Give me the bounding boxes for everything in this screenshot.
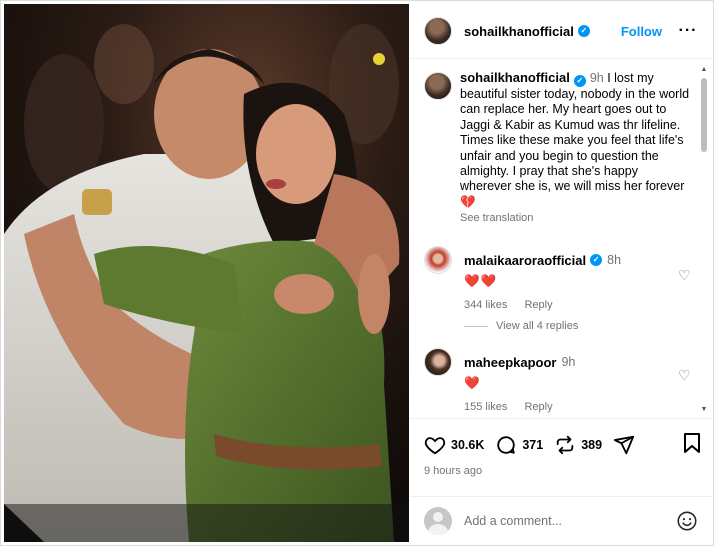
share-button[interactable]	[613, 434, 635, 456]
heart-icon	[424, 437, 446, 455]
commenter-username[interactable]: malaikaaroraofficial	[464, 253, 586, 268]
commenter-avatar[interactable]	[424, 246, 452, 274]
comment-item: malaikaaroraofficial ✓ 8h ❤️❤️ 344 likes…	[424, 246, 692, 311]
comment-input[interactable]	[464, 513, 654, 528]
author-username[interactable]: sohailkhanofficial	[464, 24, 574, 39]
verified-badge-icon: ✓	[590, 254, 603, 266]
commenter-username[interactable]: maheepkapoor	[464, 355, 556, 370]
post-modal: sohailkhanofficial ✓ Follow ··· sohailkh…	[0, 0, 714, 546]
comment-likes[interactable]: 344 likes	[464, 299, 507, 311]
caption-author-avatar[interactable]	[424, 72, 452, 100]
save-button[interactable]	[682, 432, 702, 459]
comment-like-heart-icon[interactable]: ♡	[678, 368, 692, 382]
add-comment-bar	[410, 496, 712, 544]
author-avatar[interactable]	[424, 17, 452, 45]
comment-like-heart-icon[interactable]: ♡	[678, 268, 692, 282]
repost-button[interactable]: 389	[554, 434, 602, 456]
follow-button[interactable]: Follow	[621, 24, 662, 39]
comment-likes[interactable]: 155 likes	[464, 401, 507, 413]
like-button[interactable]: 30.6K	[424, 434, 484, 456]
comment-text: ❤️❤️	[464, 274, 498, 288]
comments-list[interactable]: sohailkhanofficial ✓ 9h I lost my beautifu…	[410, 60, 712, 416]
post-caption: sohailkhanofficial ✓ 9h I lost my beautifu…	[424, 70, 694, 227]
comment-time: 8h	[607, 253, 622, 267]
see-translation-link[interactable]: See translation	[460, 211, 692, 226]
post-side-panel: sohailkhanofficial ✓ Follow ··· sohailkh…	[410, 4, 712, 544]
post-header: sohailkhanofficial ✓ Follow ···	[410, 4, 712, 59]
comment-time: 9h	[561, 355, 576, 369]
comment-item: maheepkapoor 9h ❤️ 155 likes Reply ♡	[424, 348, 692, 413]
comment-button[interactable]: 371	[495, 434, 543, 456]
share-paper-plane-icon	[613, 435, 635, 455]
action-bar: 30.6K 371 389	[424, 432, 702, 458]
comment-bubble-icon	[497, 436, 516, 454]
post-actions-area: 30.6K 371 389 9 hours ago	[410, 418, 712, 496]
view-replies-label: View all 4 replies	[496, 320, 579, 332]
scroll-thumb[interactable]	[701, 78, 707, 152]
like-count: 30.6K	[451, 438, 485, 452]
scroll-down-arrow-icon[interactable]: ▼	[700, 406, 708, 414]
more-options-icon[interactable]: ···	[676, 22, 700, 40]
post-timestamp[interactable]: 9 hours ago	[424, 465, 482, 477]
verified-badge-icon: ✓	[573, 75, 586, 87]
reply-button[interactable]: Reply	[524, 299, 552, 311]
view-replies-link[interactable]: View all 4 replies	[464, 320, 578, 332]
scroll-up-arrow-icon[interactable]: ▲	[700, 66, 708, 74]
post-photo[interactable]	[4, 4, 409, 542]
comment-count: 371	[522, 438, 544, 452]
caption-text: I lost my beautiful sister today, nobody…	[460, 71, 690, 209]
verified-badge-icon: ✓	[577, 25, 590, 37]
comments-scrollbar[interactable]: ▲ ▼	[700, 66, 708, 414]
photo-illustration	[4, 4, 409, 542]
divider-line	[464, 325, 488, 327]
repost-count: 389	[581, 438, 603, 452]
current-user-avatar	[424, 506, 452, 535]
emoji-icon[interactable]	[676, 510, 698, 532]
reply-button[interactable]: Reply	[524, 401, 552, 413]
comment-text: ❤️	[464, 376, 481, 390]
repost-icon	[556, 435, 574, 455]
commenter-avatar[interactable]	[424, 348, 452, 376]
caption-time: 9h	[589, 71, 604, 85]
caption-author-username[interactable]: sohailkhanofficial	[460, 70, 570, 85]
bookmark-icon	[684, 432, 700, 453]
